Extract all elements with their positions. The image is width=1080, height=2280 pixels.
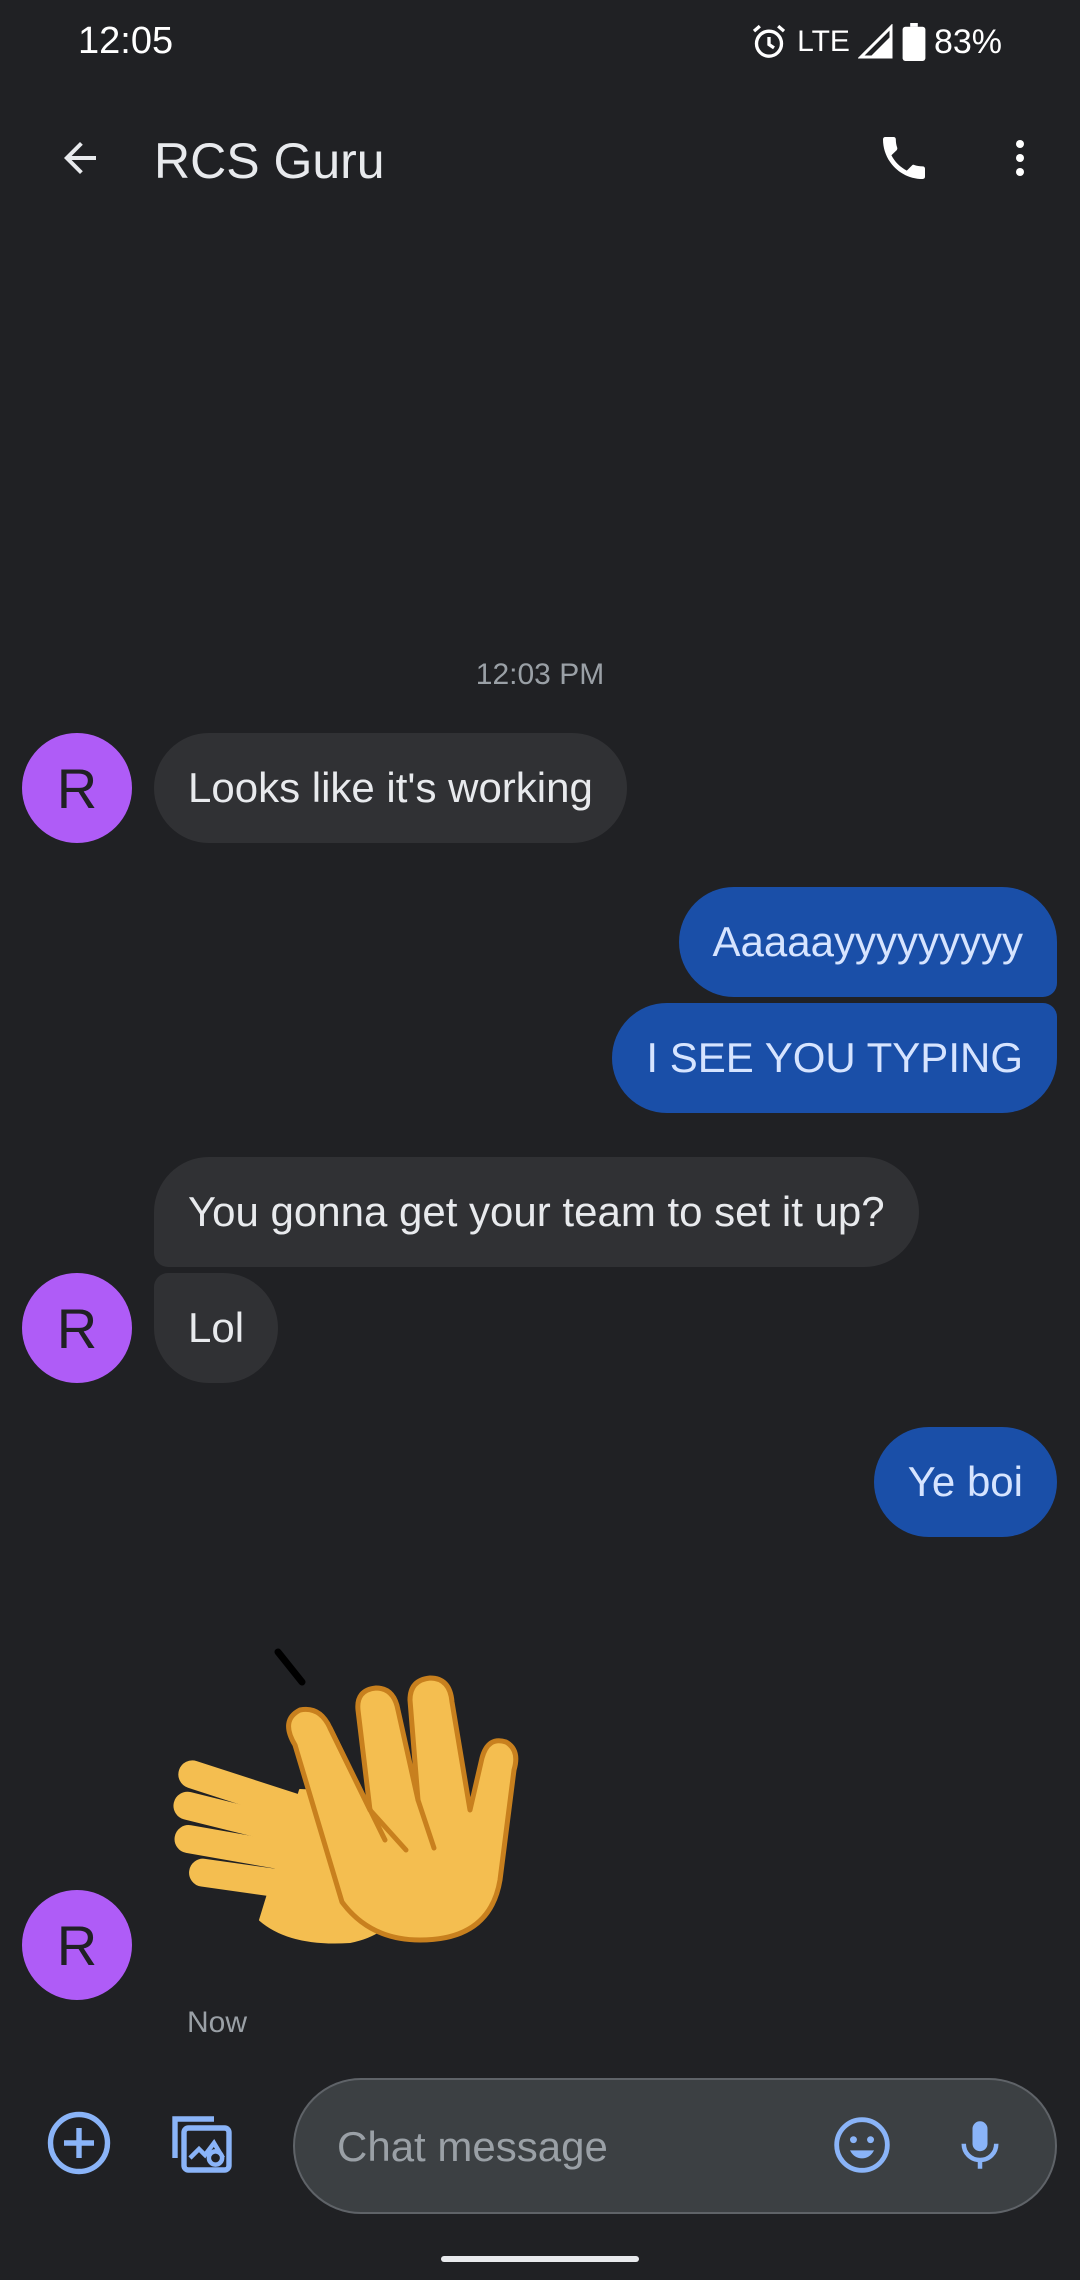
alarm-icon (749, 22, 789, 62)
clapping-hands-emoji-icon (170, 1648, 570, 1964)
conversation-title: RCS Guru (154, 133, 385, 189)
message-text: Ye boi (907, 1458, 1023, 1505)
status-bar: 12:05 LTE 83% (0, 0, 1080, 88)
phone-icon (876, 130, 932, 191)
message-text: Looks like it's working (188, 764, 593, 811)
chat-message-input[interactable] (335, 2110, 819, 2184)
call-button[interactable] (864, 120, 944, 200)
voice-input-button[interactable] (935, 2102, 1025, 2192)
avatar-initial: R (56, 756, 98, 820)
message-text: Lol (188, 1304, 245, 1351)
avatar[interactable]: R (22, 1890, 132, 2000)
message-bubble-incoming[interactable]: Lol (154, 1273, 279, 1383)
gesture-nav-handle[interactable] (441, 2256, 639, 2262)
message-bubble-outgoing[interactable]: Ye boi (873, 1427, 1057, 1537)
status-time: 12:05 (78, 20, 174, 62)
message-text: I SEE YOU TYPING (646, 1034, 1023, 1081)
message-time-now: Now (187, 2006, 248, 2039)
back-button[interactable] (40, 120, 120, 200)
gallery-icon (166, 2107, 238, 2184)
emoji-button[interactable] (817, 2102, 907, 2192)
message-bubble-outgoing[interactable]: Aaaaayyyyyyyyy (678, 887, 1057, 997)
gallery-button[interactable] (157, 2100, 247, 2190)
battery-icon (902, 23, 926, 61)
avatar-initial: R (56, 1913, 98, 1977)
message-bubble-incoming[interactable]: You gonna get your team to set it up? (154, 1157, 919, 1267)
message-bubble-incoming[interactable]: Looks like it's working (154, 733, 627, 843)
compose-bar (0, 2070, 1080, 2220)
back-arrow-icon (56, 134, 104, 187)
message-bubble-outgoing[interactable]: I SEE YOU TYPING (612, 1003, 1057, 1113)
more-vert-icon (996, 134, 1044, 187)
add-circle-icon (43, 2107, 115, 2184)
emoji-icon (830, 2113, 894, 2182)
emoji-message[interactable] (170, 1640, 570, 1960)
avatar[interactable]: R (22, 1273, 132, 1383)
avatar-initial: R (56, 1296, 98, 1360)
mic-icon (950, 2115, 1010, 2180)
network-type: LTE (797, 25, 850, 58)
battery-percent: 83% (933, 22, 1002, 61)
message-text: You gonna get your team to set it up? (188, 1188, 885, 1235)
signal-icon (857, 24, 894, 60)
message-text: Aaaaayyyyyyyyy (712, 918, 1023, 965)
more-options-button[interactable] (980, 120, 1060, 200)
app-bar: RCS Guru (0, 88, 1080, 232)
status-icons: LTE 83% (749, 18, 1002, 66)
chat-message-field[interactable] (293, 2078, 1057, 2214)
message-timestamp: 12:03 PM (475, 658, 605, 691)
avatar[interactable]: R (22, 733, 132, 843)
add-attachment-button[interactable] (34, 2100, 124, 2190)
